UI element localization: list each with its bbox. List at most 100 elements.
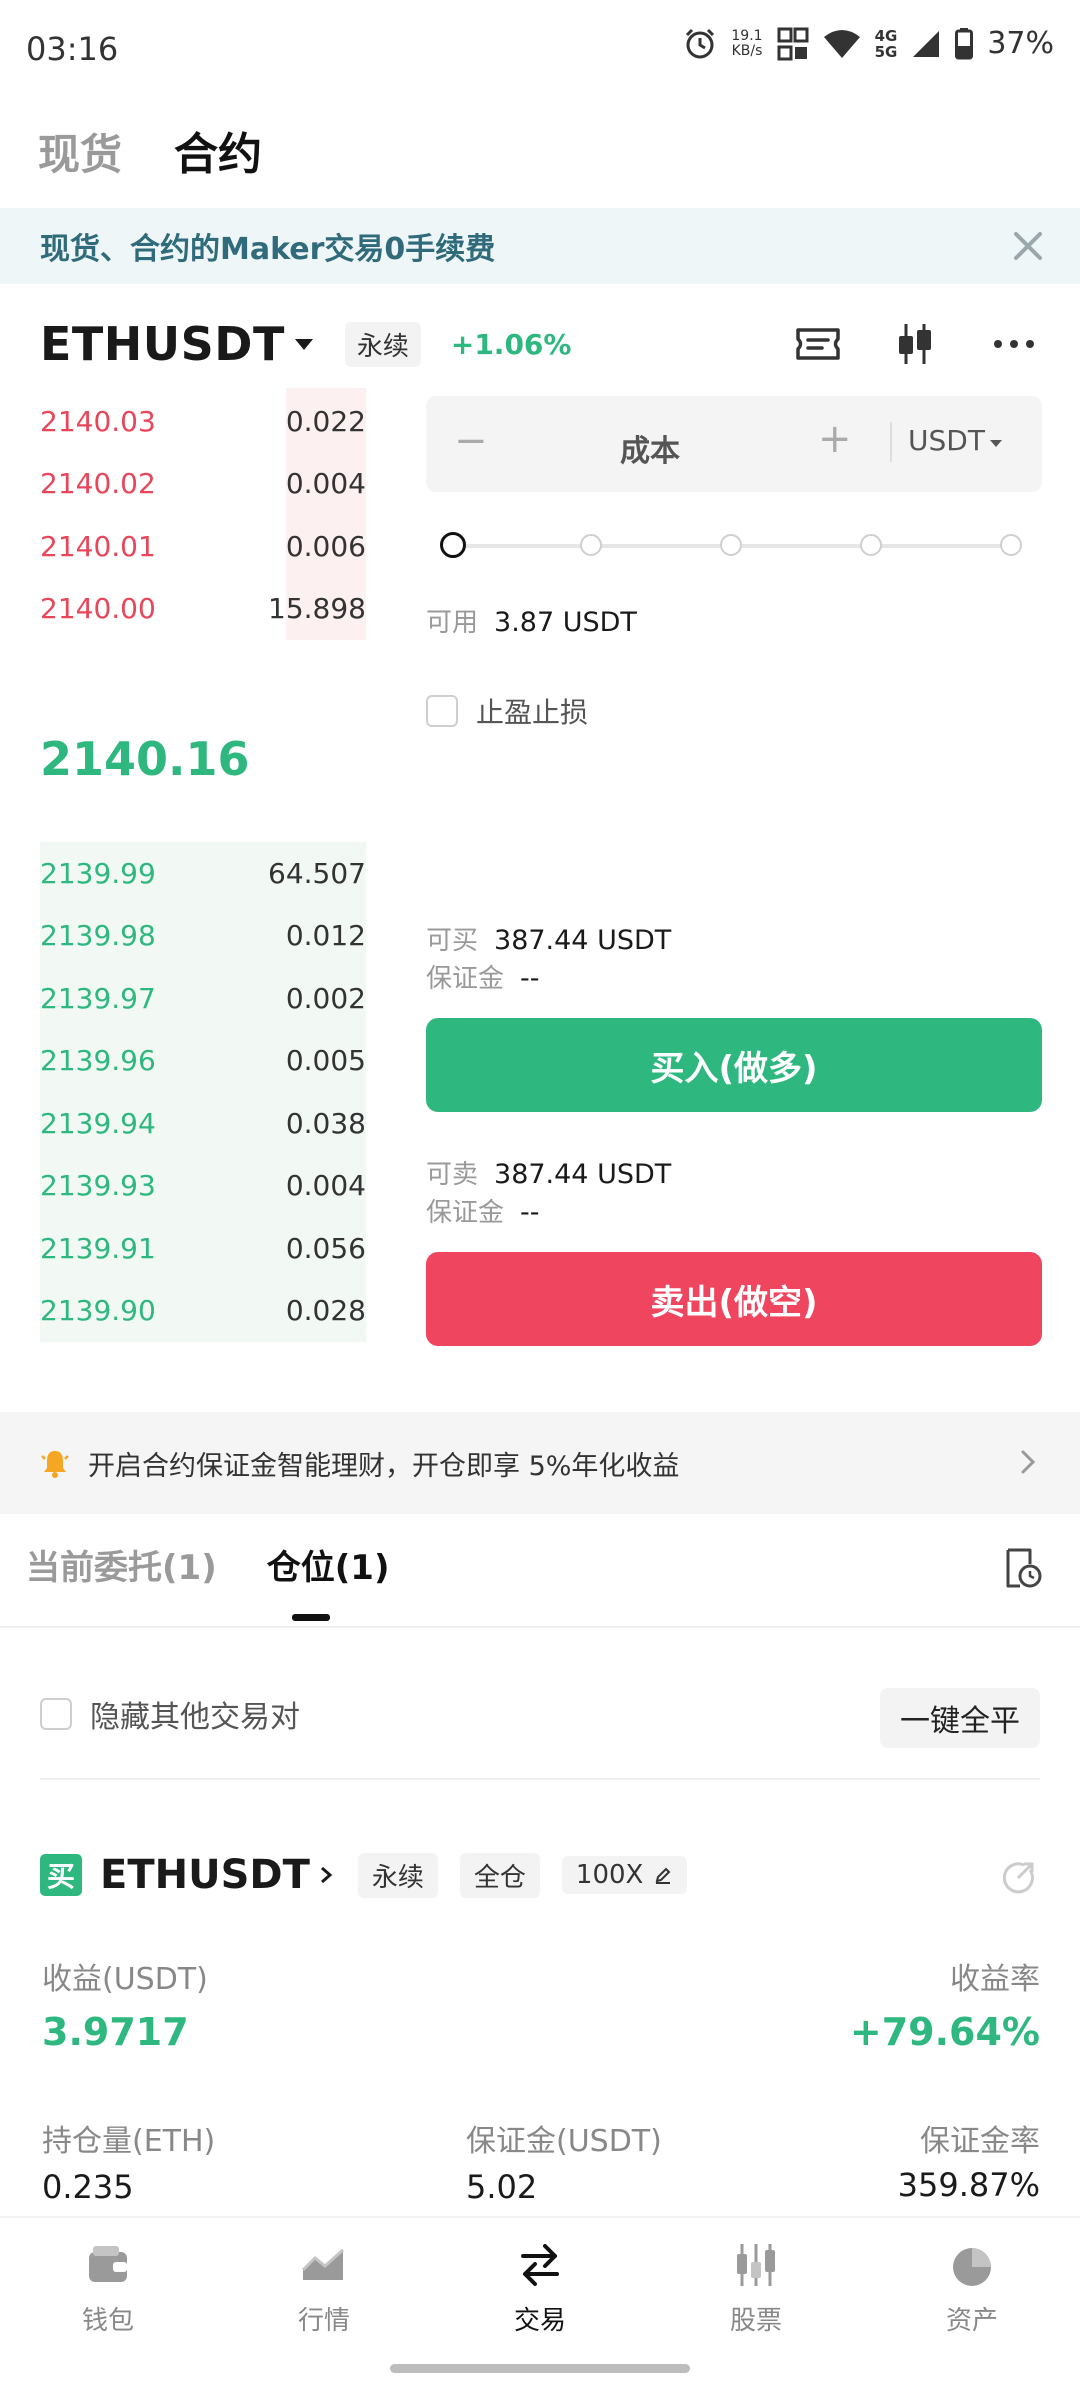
- promo-banner-text: 现货、合约的Maker交易0手续费: [40, 232, 496, 267]
- orders-positions-tabs: 当前委托(1) 仓位(1): [26, 1540, 390, 1589]
- orderbook-bid-row[interactable]: 2139.98 0.012: [40, 904, 366, 967]
- pnl-label: 收益(USDT): [42, 1962, 208, 1997]
- alarm-icon: [686, 28, 715, 58]
- bid-qty: 0.012: [285, 919, 366, 953]
- edit-icon[interactable]: [653, 1865, 673, 1885]
- tab-open-orders[interactable]: 当前委托(1): [26, 1540, 217, 1589]
- slider-stop-25[interactable]: [580, 534, 602, 556]
- margin-ratio-label: 保证金率: [920, 2124, 1040, 2159]
- tab-positions[interactable]: 仓位(1): [267, 1540, 390, 1589]
- cost-placeholder: 成本: [620, 434, 680, 469]
- tab-spot[interactable]: 现货: [38, 121, 122, 182]
- bid-price: 2139.97: [40, 981, 156, 1015]
- chevron-right-icon: [1021, 1450, 1036, 1474]
- battery-percent: 37%: [987, 26, 1054, 61]
- tab-futures[interactable]: 合约: [174, 118, 262, 182]
- size-label: 持仓量(ETH): [42, 2124, 216, 2159]
- nav-markets[interactable]: 行情: [254, 2240, 394, 2337]
- candlestick-chart-icon[interactable]: [890, 318, 942, 370]
- sell-short-button[interactable]: 卖出(做空): [426, 1252, 1042, 1346]
- bid-price: 2139.91: [40, 1231, 156, 1265]
- bid-price: 2139.98: [40, 919, 156, 953]
- hide-other-pairs-toggle[interactable]: 隐藏其他交易对: [40, 1692, 300, 1736]
- signal-icon: [913, 30, 940, 57]
- margin-ratio-value: 359.87%: [897, 2166, 1040, 2204]
- history-icon[interactable]: [1000, 1546, 1044, 1590]
- nav-trade[interactable]: 交易: [470, 2240, 610, 2337]
- ticket-icon[interactable]: [792, 318, 844, 370]
- bid-qty: 0.056: [285, 1231, 366, 1265]
- hide-other-pairs-checkbox[interactable]: [40, 1698, 72, 1730]
- position-symbol[interactable]: ETHUSDT: [100, 1852, 310, 1898]
- promo-banner[interactable]: 现货、合约的Maker交易0手续费: [0, 208, 1080, 284]
- close-all-button[interactable]: 一键全平: [880, 1688, 1040, 1748]
- ask-qty: 0.004: [285, 467, 366, 501]
- more-icon[interactable]: [988, 318, 1040, 370]
- buy-info: 可买 387.44 USDT 保证金 --: [426, 925, 672, 994]
- side-badge: 买: [40, 1854, 82, 1896]
- status-bar: 03:16 19.1 KB/s 4G 5G 37%: [0, 0, 1080, 96]
- ask-price: 2140.00: [40, 592, 156, 626]
- orderbook-bid-row[interactable]: 2139.96 0.005: [40, 1029, 366, 1092]
- orderbook-bid-row[interactable]: 2139.91 0.056: [40, 1217, 366, 1280]
- slider-stop-0[interactable]: [440, 532, 466, 558]
- orderbook-bid-row[interactable]: 2139.97 0.002: [40, 967, 366, 1030]
- size-value: 0.235: [42, 2168, 134, 2206]
- earn-banner[interactable]: 开启合约保证金智能理财，开仓即享 5%年化收益: [0, 1412, 1080, 1514]
- bid-qty: 0.005: [285, 1044, 366, 1078]
- chevron-right-icon[interactable]: [316, 1865, 336, 1885]
- status-time: 03:16: [26, 30, 119, 68]
- ask-price: 2140.02: [40, 467, 156, 501]
- orderbook-ask-row[interactable]: 2140.03 0.022: [40, 390, 366, 453]
- close-icon[interactable]: [1006, 224, 1050, 268]
- leverage-tag[interactable]: 100X: [561, 1856, 688, 1894]
- caret-down-icon: [989, 440, 1002, 447]
- tpsl-checkbox[interactable]: [426, 695, 458, 727]
- share-icon[interactable]: [996, 1856, 1040, 1900]
- slider-stop-100[interactable]: [1000, 534, 1022, 556]
- bid-qty: 0.004: [285, 1169, 366, 1203]
- home-indicator[interactable]: [390, 2364, 690, 2373]
- sell-info: 可卖 387.44 USDT 保证金 --: [426, 1159, 672, 1228]
- order-book-asks: 2140.03 0.022 2140.02 0.004 2140.01 0.006 2140…: [40, 390, 366, 640]
- buy-long-button[interactable]: 买入(做多): [426, 1018, 1042, 1112]
- pnl-value: 3.9717: [42, 2010, 189, 2054]
- nav-wallet[interactable]: 钱包: [38, 2240, 178, 2337]
- decrement-button[interactable]: −: [454, 418, 488, 464]
- ask-qty: 0.022: [285, 404, 366, 438]
- order-book: 2140.03 0.022 2140.02 0.004 2140.01 0.006 2140…: [40, 390, 366, 640]
- last-price[interactable]: 2140.16: [40, 732, 250, 786]
- cost-input[interactable]: − 成本 + USDT: [426, 396, 1042, 492]
- bid-qty: 0.028: [285, 1294, 366, 1328]
- network-type: 4G 5G: [874, 26, 898, 61]
- nav-assets[interactable]: 资产: [902, 2240, 1042, 2337]
- tpsl-toggle[interactable]: 止盈止损: [426, 691, 1042, 731]
- header-actions: [792, 318, 1040, 370]
- orderbook-bid-row[interactable]: 2139.99 64.507: [40, 842, 366, 905]
- market-type-tabs: 现货 合约: [38, 118, 262, 182]
- ask-price: 2140.01: [40, 529, 156, 563]
- orderbook-ask-row[interactable]: 2140.00 15.898: [40, 577, 366, 640]
- position-type-tag: 永续: [357, 1852, 438, 1898]
- ask-price: 2140.03: [40, 404, 156, 438]
- bid-qty: 0.038: [285, 1106, 366, 1140]
- orderbook-bid-row[interactable]: 2139.90 0.028: [40, 1279, 366, 1342]
- caret-down-icon[interactable]: [293, 333, 315, 355]
- wifi-icon: [823, 29, 860, 58]
- orderbook-bid-row[interactable]: 2139.94 0.038: [40, 1092, 366, 1155]
- unit-selector[interactable]: USDT: [908, 424, 1003, 457]
- slider-stop-75[interactable]: [860, 534, 882, 556]
- orderbook-ask-row[interactable]: 2140.01 0.006: [40, 515, 366, 578]
- symbol-selector[interactable]: ETHUSDT: [40, 317, 285, 371]
- increment-button[interactable]: +: [818, 416, 852, 462]
- ask-qty: 0.006: [285, 529, 366, 563]
- nav-stocks[interactable]: 股票: [686, 2240, 826, 2337]
- orderbook-ask-row[interactable]: 2140.02 0.004: [40, 452, 366, 515]
- amount-slider[interactable]: [426, 526, 1042, 566]
- symbol-header: ETHUSDT 永续 +1.06%: [40, 312, 1040, 376]
- slider-stop-50[interactable]: [720, 534, 742, 556]
- orderbook-bid-row[interactable]: 2139.93 0.004: [40, 1154, 366, 1217]
- available-balance: 可用 3.87 USDT: [426, 607, 637, 638]
- bid-qty: 64.507: [268, 856, 366, 890]
- margin-value: 5.02: [466, 2168, 538, 2206]
